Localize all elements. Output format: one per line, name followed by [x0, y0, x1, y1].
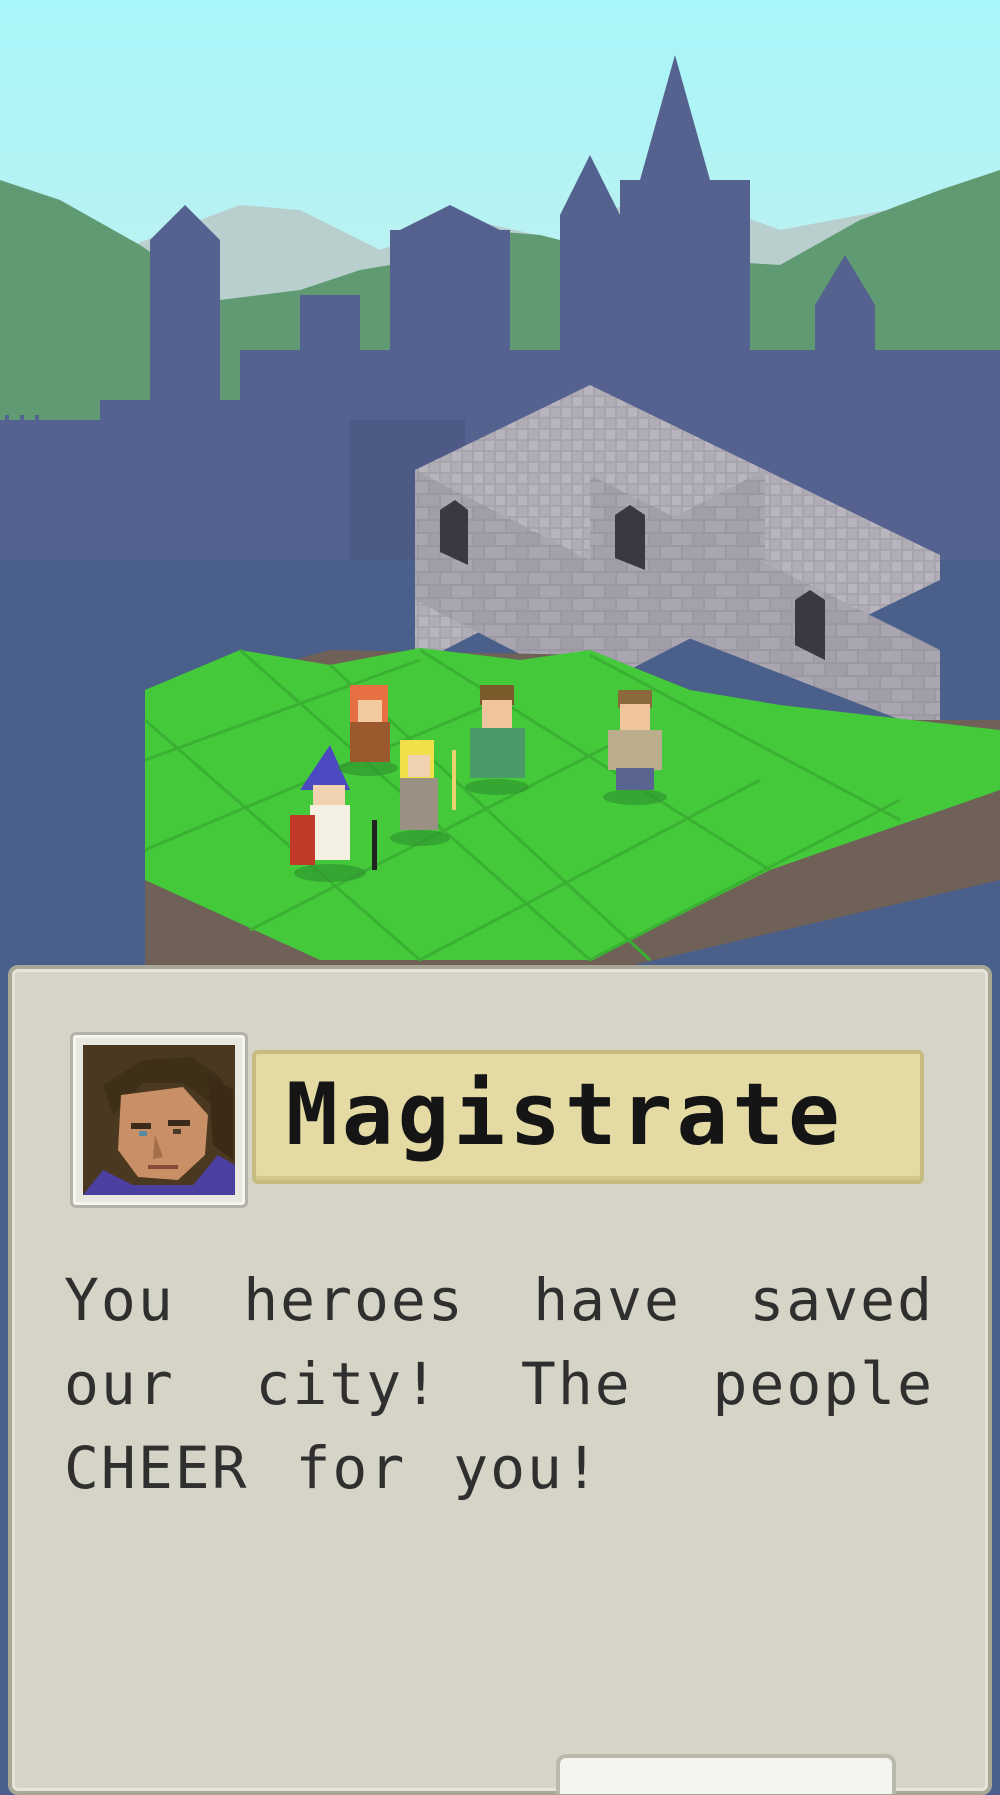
dialog-text: You heroes have saved our city! The peop…: [64, 1266, 934, 1502]
continue-button[interactable]: [556, 1754, 896, 1794]
speaker-name: Magistrate: [286, 1065, 844, 1165]
game-scene: [0, 0, 1000, 975]
speaker-nameplate: Magistrate: [252, 1050, 924, 1184]
magistrate-portrait-icon: [83, 1045, 235, 1195]
speaker-portrait: [70, 1032, 248, 1208]
